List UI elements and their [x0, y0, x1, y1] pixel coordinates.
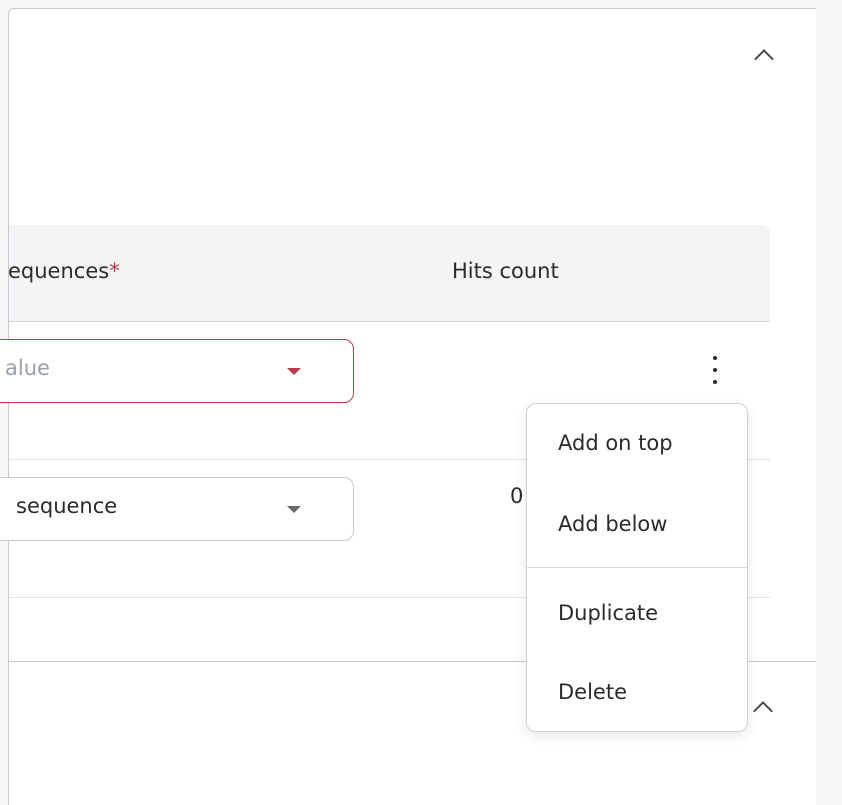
menu-item-add-on-top[interactable]: Add on top [527, 413, 747, 473]
menu-item-duplicate[interactable]: Duplicate [527, 583, 747, 643]
required-mark: * [109, 259, 120, 283]
column-header-hits-count: Hits count [452, 259, 559, 283]
caret-down-icon [287, 368, 301, 375]
sequence-select[interactable]: sequence [0, 477, 354, 541]
row-actions-menu: Add on top Add below Duplicate Delete [526, 403, 748, 732]
caret-down-icon [287, 506, 301, 513]
column-header-sequences-label: equences [8, 259, 110, 283]
menu-divider [527, 567, 747, 568]
more-vertical-icon[interactable] [708, 356, 722, 384]
hits-count-value: 0 [510, 484, 524, 508]
column-header-sequences: equences* [8, 259, 120, 283]
menu-item-add-below[interactable]: Add below [527, 494, 747, 554]
kebab-dot [713, 380, 717, 384]
sequence-select[interactable]: alue [0, 339, 354, 403]
kebab-dot [713, 356, 717, 360]
table-header: equences* Hits count [8, 225, 770, 322]
select-value: sequence [16, 494, 118, 518]
menu-item-delete[interactable]: Delete [527, 662, 747, 722]
kebab-dot [713, 368, 717, 372]
select-value: alue [5, 356, 50, 380]
